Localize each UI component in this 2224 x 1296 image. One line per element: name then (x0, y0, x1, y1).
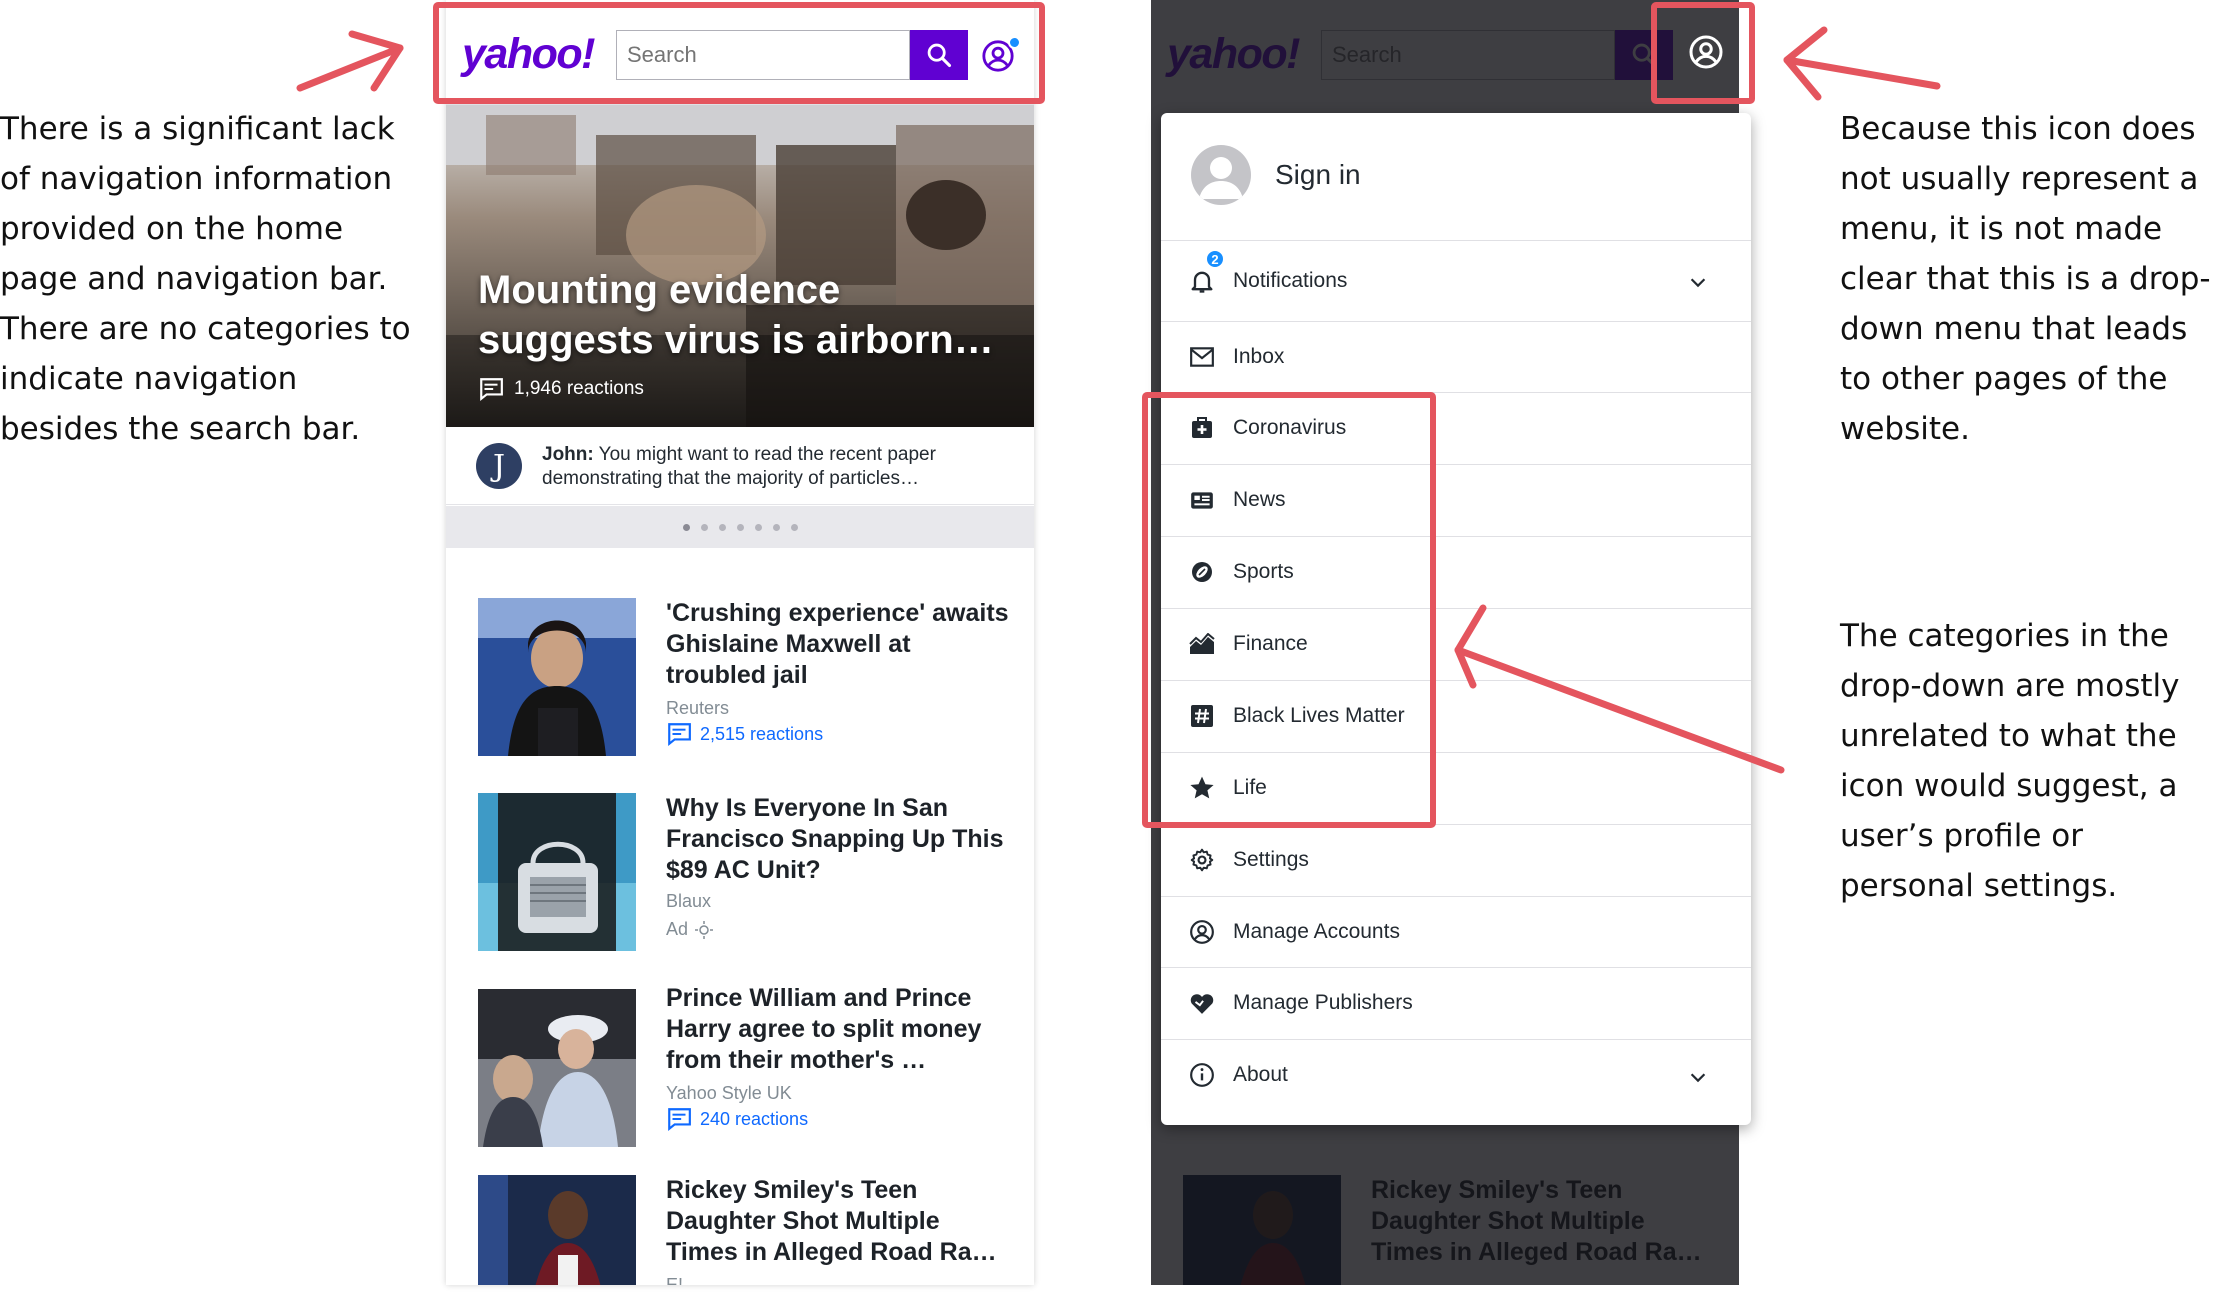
arrow-to-profile-icon (1783, 56, 1941, 90)
ad-label: Ad (666, 919, 714, 940)
list-item[interactable]: Prince William and Prince Harry agree to… (446, 983, 1034, 1153)
carousel-dot[interactable] (736, 523, 744, 531)
home-screen: yahoo! Search Mounting evidence suggests… (446, 0, 1034, 1285)
chevron-down-icon[interactable] (1687, 271, 1709, 293)
menu-item-label: Manage Publishers (1233, 991, 1413, 1014)
carousel-dot[interactable] (772, 523, 780, 531)
carousel-dot[interactable] (790, 523, 798, 531)
highlight-nav-bar (433, 2, 1045, 104)
highlight-categories (1142, 392, 1436, 828)
comment-author: John: (542, 444, 594, 465)
article-title[interactable]: 'Crushing experience' awaits Ghislaine M… (666, 598, 1011, 691)
article-title[interactable]: Rickey Smiley's Teen Daughter Shot Multi… (666, 1175, 1011, 1268)
reactions-count: 240 reactions (700, 1108, 809, 1129)
menu-item-label: Manage Accounts (1233, 920, 1400, 943)
menu-item-label: Notifications (1233, 269, 1348, 292)
menu-item-settings[interactable]: Settings (1161, 825, 1751, 897)
comment-text: John: You might want to read the recent … (542, 443, 1004, 491)
reactions-count: 2,515 reactions (700, 723, 824, 744)
notification-count-badge: 2 (1205, 249, 1225, 269)
info-icon (1187, 1060, 1217, 1090)
menu-item-label: About (1233, 1063, 1288, 1086)
menu-item-inbox[interactable]: Inbox (1161, 322, 1751, 393)
annotation-navigation-lack: There is a significant lack of navigatio… (0, 111, 411, 447)
user-circle-icon (1187, 917, 1217, 947)
menu-item-label: Inbox (1233, 345, 1285, 368)
carousel-dot[interactable] (754, 523, 762, 531)
comment-icon (480, 378, 503, 401)
chevron-down-icon[interactable] (1687, 1066, 1709, 1088)
list-item[interactable]: Why Is Everyone In San Francisco Snappin… (446, 793, 1034, 963)
article-thumbnail[interactable] (478, 793, 636, 951)
ad-info-icon[interactable] (694, 920, 714, 940)
article-title[interactable]: Prince William and Prince Harry agree to… (666, 983, 1011, 1076)
hero-headline[interactable]: Mounting evidence suggests virus is airb… (478, 265, 1018, 365)
article-source: Reuters (666, 698, 730, 718)
highlight-profile-icon (1651, 2, 1755, 104)
menu-item-about[interactable]: About (1161, 1040, 1751, 1125)
comment-body: You might want to read the recent paper … (542, 444, 936, 489)
sign-in-label[interactable]: Sign in (1275, 159, 1361, 191)
article-thumbnail[interactable] (478, 598, 636, 756)
menu-item-notifications[interactable]: Notifications (1161, 241, 1751, 322)
list-item[interactable]: 'Crushing experience' awaits Ghislaine M… (446, 598, 1034, 768)
carousel-dot[interactable] (682, 523, 690, 531)
article-source: E! (666, 1275, 684, 1285)
sign-in-row[interactable]: Sign in (1161, 113, 1751, 241)
article-source: Blaux (666, 891, 712, 911)
article-thumbnail[interactable] (478, 1175, 636, 1285)
carousel-dots (446, 506, 1034, 548)
avatar (1191, 145, 1251, 205)
gear-icon (1187, 845, 1217, 875)
mail-icon (1187, 342, 1217, 372)
menu-item-manage-publishers[interactable]: Manage Publishers (1161, 968, 1751, 1040)
ad-text: Ad (666, 919, 689, 939)
carousel-dot[interactable] (718, 523, 726, 531)
arrow-to-nav-bar (296, 44, 404, 92)
hero-story[interactable]: Mounting evidence suggests virus is airb… (446, 105, 1034, 427)
hero-reactions[interactable]: 1,946 reactions (478, 377, 644, 401)
menu-item-manage-accounts[interactable]: Manage Accounts (1161, 897, 1751, 968)
article-thumbnail[interactable] (478, 989, 636, 1147)
avatar: J (476, 443, 522, 489)
carousel-dot[interactable] (700, 523, 708, 531)
comment-preview[interactable]: J John: You might want to read the recen… (446, 427, 1034, 505)
article-source: Yahoo Style UK (666, 1083, 792, 1103)
article-reactions[interactable]: 240 reactions (666, 1107, 808, 1131)
menu-item-label: Settings (1233, 848, 1309, 871)
bell-icon (1187, 266, 1217, 296)
list-item[interactable]: Rickey Smiley's Teen Daughter Shot Multi… (446, 1175, 1034, 1285)
comment-icon (668, 1108, 691, 1131)
heart-icon (1187, 988, 1217, 1018)
article-reactions[interactable]: 2,515 reactions (666, 722, 823, 746)
hero-reactions-count: 1,946 reactions (514, 378, 644, 399)
annotation-categories: The categories in the drop-down are most… (1840, 618, 2180, 904)
comment-icon (668, 723, 691, 746)
article-title[interactable]: Why Is Everyone In San Francisco Snappin… (666, 793, 1011, 886)
annotation-icon-menu: Because this icon does not usually repre… (1840, 111, 2211, 447)
